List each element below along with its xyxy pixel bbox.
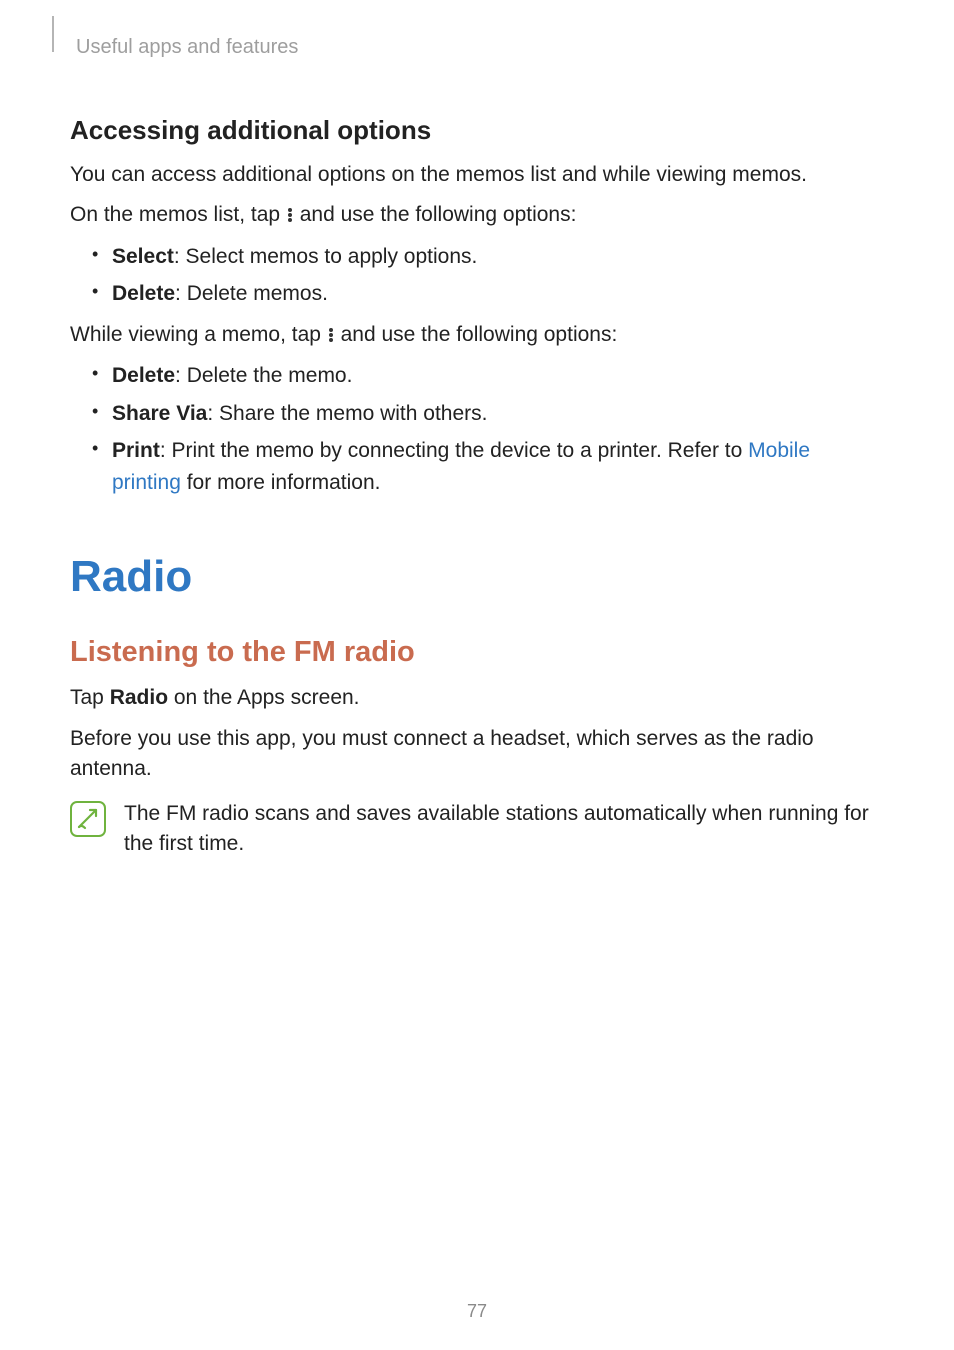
option-desc: : Delete the memo.	[175, 364, 352, 387]
paragraph: Tap Radio on the Apps screen.	[70, 683, 884, 713]
more-options-icon	[286, 207, 294, 223]
text: and use the following options:	[294, 203, 577, 226]
more-options-icon	[327, 327, 335, 343]
option-desc: : Share the memo with others.	[207, 402, 487, 425]
option-desc: : Print the memo by connecting the devic…	[160, 439, 748, 462]
text: on the Apps screen.	[168, 686, 359, 709]
option-name: Delete	[112, 364, 175, 387]
heading-listening-fm: Listening to the FM radio	[70, 636, 884, 669]
app-name: Radio	[110, 686, 168, 709]
option-name: Delete	[112, 282, 175, 305]
option-desc: : Delete memos.	[175, 282, 328, 305]
info-text: The FM radio scans and saves available s…	[124, 799, 884, 860]
option-desc: for more information.	[181, 471, 381, 494]
page-number: 77	[0, 1301, 954, 1322]
list-item: Print: Print the memo by connecting the …	[70, 435, 884, 498]
list-item: Share Via: Share the memo with others.	[70, 398, 884, 430]
list-item: Delete: Delete the memo.	[70, 360, 884, 392]
paragraph: While viewing a memo, tap and use the fo…	[70, 320, 884, 350]
options-list-2: Delete: Delete the memo. Share Via: Shar…	[70, 360, 884, 498]
option-name: Print	[112, 439, 160, 462]
breadcrumb: Useful apps and features	[76, 36, 884, 59]
heading-accessing-options: Accessing additional options	[70, 115, 884, 146]
list-item: Select: Select memos to apply options.	[70, 241, 884, 273]
text: Tap	[70, 686, 110, 709]
text: On the memos list, tap	[70, 203, 286, 226]
option-name: Select	[112, 245, 174, 268]
option-name: Share Via	[112, 402, 207, 425]
options-list-1: Select: Select memos to apply options. D…	[70, 241, 884, 310]
note-icon	[70, 801, 106, 837]
list-item: Delete: Delete memos.	[70, 278, 884, 310]
paragraph: You can access additional options on the…	[70, 160, 884, 190]
text: While viewing a memo, tap	[70, 323, 327, 346]
header-divider	[52, 16, 54, 52]
paragraph: Before you use this app, you must connec…	[70, 724, 884, 785]
paragraph: On the memos list, tap and use the follo…	[70, 200, 884, 230]
text: and use the following options:	[335, 323, 618, 346]
option-desc: : Select memos to apply options.	[174, 245, 478, 268]
heading-radio: Radio	[70, 552, 884, 602]
info-note: The FM radio scans and saves available s…	[70, 799, 884, 860]
